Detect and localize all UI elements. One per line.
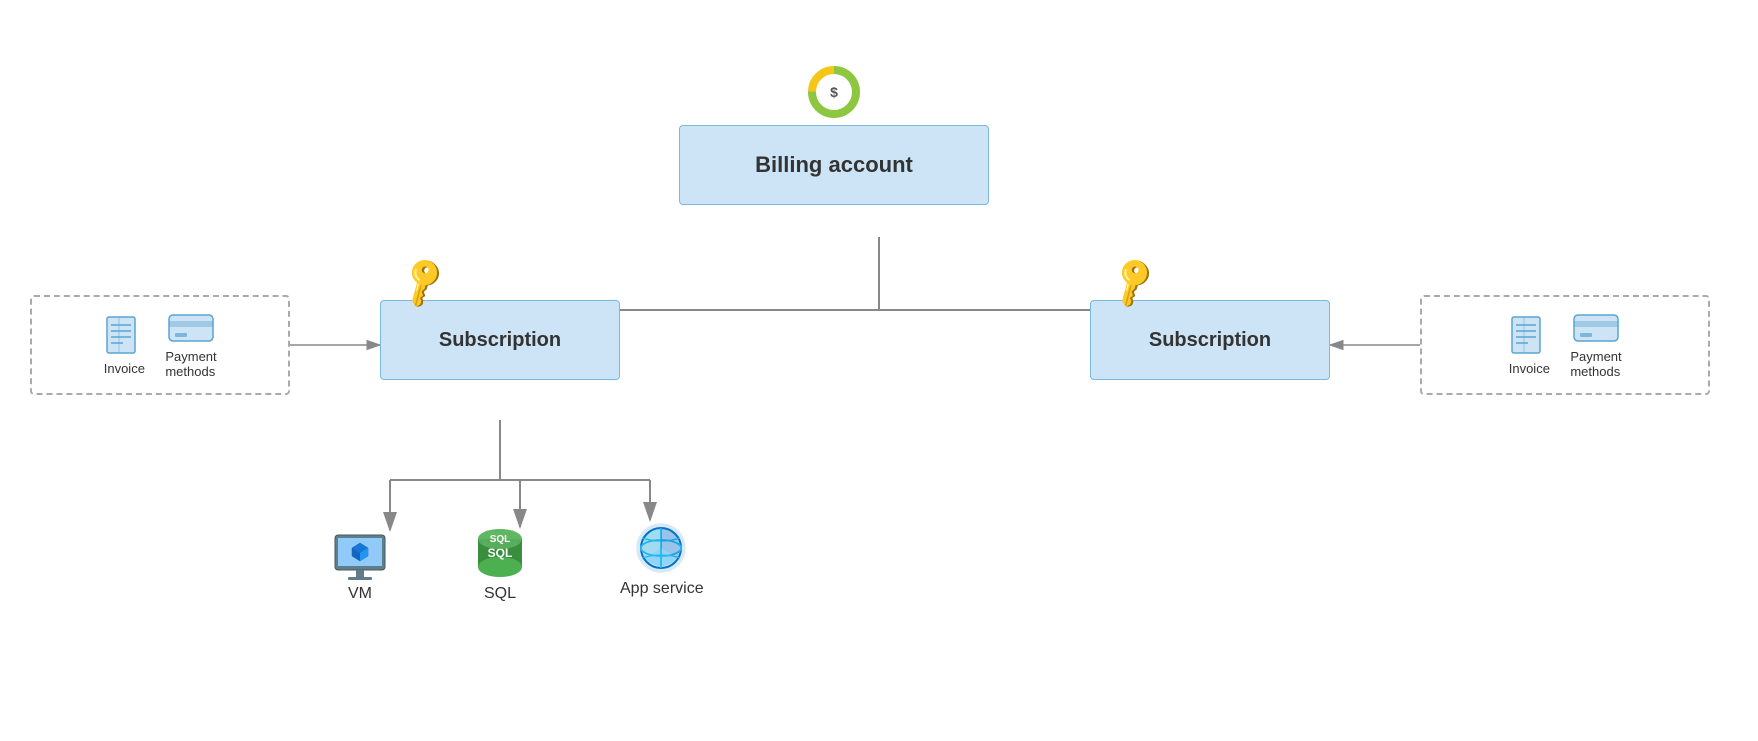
subscription-node-left: 🔑 Subscription bbox=[380, 300, 620, 380]
vm-label: VM bbox=[348, 585, 372, 603]
sql-icon: SQL SQL bbox=[470, 525, 530, 585]
payment-label-left: Paymentmethods bbox=[165, 349, 216, 379]
invoice-icon-right bbox=[1508, 315, 1550, 357]
billing-account-label: Billing account bbox=[755, 152, 913, 178]
vm-icon bbox=[330, 530, 390, 585]
diagram-container: $ Billing account 🔑 Subscription 🔑 Subsc… bbox=[0, 0, 1758, 741]
subscription-box-right: 🔑 Subscription bbox=[1090, 300, 1330, 380]
vm-resource-node: VM bbox=[330, 530, 390, 603]
payment-item-left: Paymentmethods bbox=[165, 311, 216, 379]
subscription-node-right: 🔑 Subscription bbox=[1090, 300, 1330, 380]
subscription-label-left: Subscription bbox=[439, 329, 561, 352]
billing-account-node: $ Billing account bbox=[655, 92, 1013, 208]
payment-icon-left bbox=[167, 311, 215, 345]
payment-label-right: Paymentmethods bbox=[1570, 349, 1621, 379]
appservice-resource-node: App service bbox=[620, 520, 704, 598]
payment-icon-right bbox=[1572, 311, 1620, 345]
subscription-label-right: Subscription bbox=[1149, 329, 1271, 352]
svg-text:$: $ bbox=[830, 84, 838, 100]
sql-resource-node: SQL SQL SQL bbox=[470, 525, 530, 603]
svg-text:SQL: SQL bbox=[490, 534, 511, 545]
dashed-box-right: Invoice Paymentmethods bbox=[1420, 295, 1710, 395]
billing-account-box: Billing account bbox=[679, 125, 989, 205]
billing-icon: $ bbox=[806, 64, 862, 120]
invoice-item-left: Invoice bbox=[103, 315, 145, 376]
invoice-item-right: Invoice bbox=[1508, 315, 1550, 376]
app-service-icon bbox=[629, 520, 694, 580]
key-icon-left: 🔑 bbox=[394, 253, 454, 312]
subscription-box-left: 🔑 Subscription bbox=[380, 300, 620, 380]
invoice-label-left: Invoice bbox=[104, 361, 145, 376]
invoice-label-right: Invoice bbox=[1509, 361, 1550, 376]
dashed-box-left: Invoice Paymentmethods bbox=[30, 295, 290, 395]
key-icon-right: 🔑 bbox=[1104, 253, 1164, 312]
payment-item-right: Paymentmethods bbox=[1570, 311, 1621, 379]
invoice-icon-left bbox=[103, 315, 145, 357]
app-service-label: App service bbox=[620, 580, 704, 598]
sql-label: SQL bbox=[484, 585, 516, 603]
